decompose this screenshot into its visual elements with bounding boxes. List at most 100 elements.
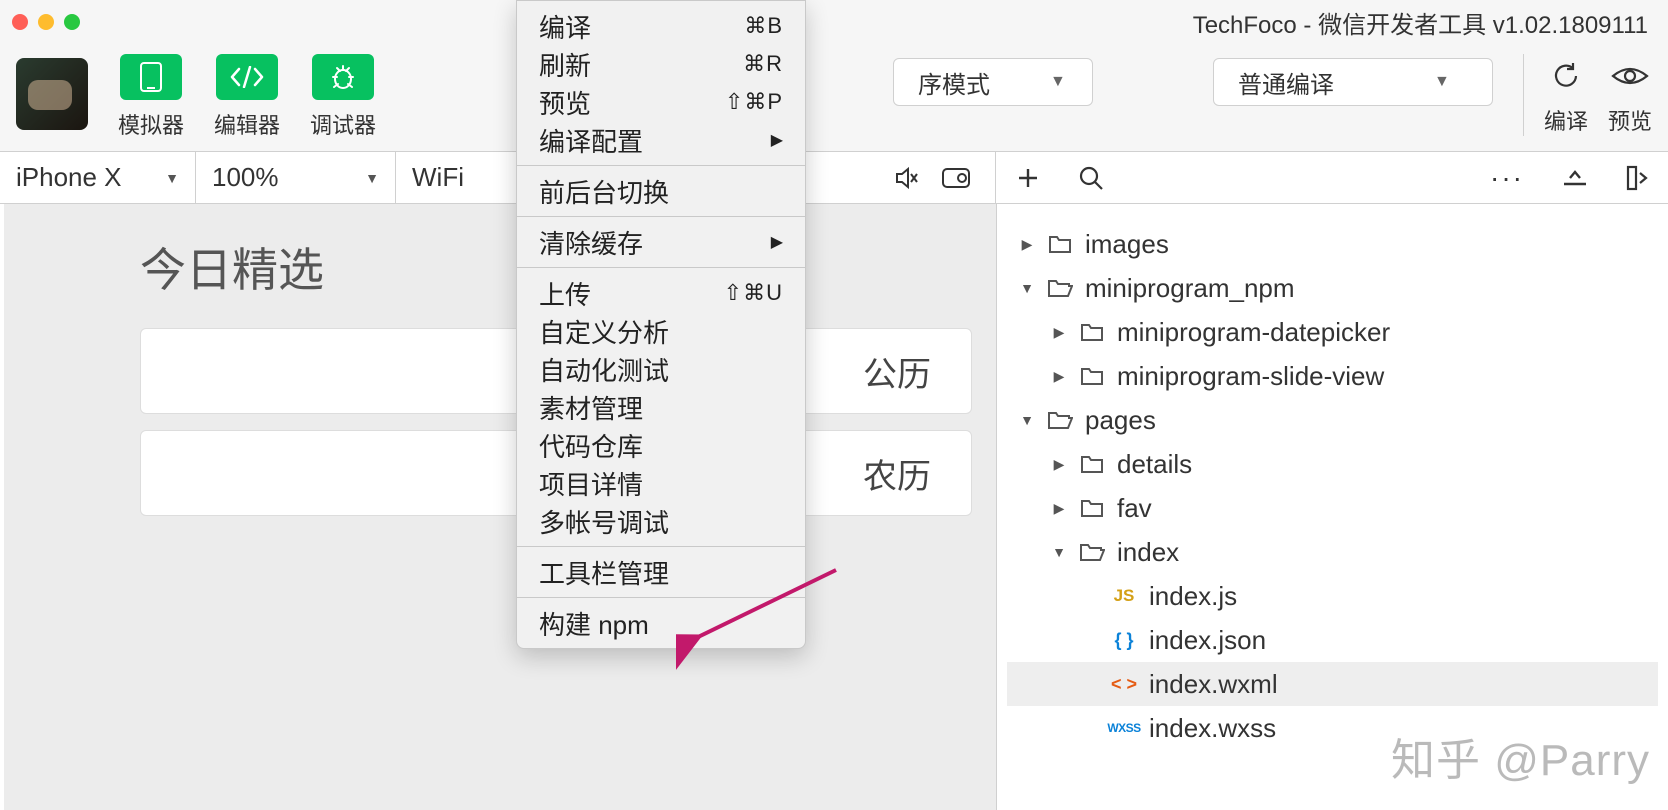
tree-twisty-icon[interactable]: ▼ — [1051, 544, 1067, 560]
tree-folder[interactable]: ▶ details — [1007, 442, 1658, 486]
menu-item[interactable]: 多帐号调试 — [517, 502, 805, 540]
home-pill-icon[interactable] — [941, 167, 971, 189]
more-icon[interactable]: ··· — [1490, 162, 1524, 194]
toggle-panel-icon[interactable] — [1626, 165, 1648, 191]
tree-label: index — [1117, 537, 1179, 568]
simulator-pane: 今日精选 公历 农历 — [0, 204, 996, 810]
new-file-icon[interactable] — [1016, 166, 1040, 190]
app-mode-select[interactable]: 序模式 ▼ — [893, 58, 1093, 106]
tree-label: index.wxss — [1149, 713, 1276, 744]
tree-twisty-icon[interactable]: ▶ — [1051, 500, 1067, 517]
explorer-toolbar: ··· — [996, 152, 1668, 203]
tree-folder[interactable]: ▼miniprogram_npm — [1007, 266, 1658, 310]
chevron-down-icon: ▼ — [365, 170, 379, 186]
watermark: 知乎 @Parry — [1391, 724, 1650, 788]
close-window-button[interactable] — [12, 14, 28, 30]
menu-item[interactable]: 自定义分析 — [517, 312, 805, 350]
tree-folder[interactable]: ▼ index — [1007, 530, 1658, 574]
list-item-label: 公历 — [863, 347, 931, 396]
menu-item[interactable]: 前后台切换 — [517, 172, 805, 210]
tree-file[interactable]: { }index.json — [1007, 618, 1658, 662]
main-toolbar: 模拟器 编辑器 调试器 序模式 ▼ 普通编译 ▼ 编译 — [0, 44, 1668, 152]
menu-item[interactable]: 清除缓存▶ — [517, 223, 805, 261]
menu-shortcut: ⇧⌘U — [724, 280, 783, 306]
menu-separator — [517, 216, 805, 217]
tree-label: details — [1117, 449, 1192, 480]
tree-label: index.json — [1149, 625, 1266, 656]
simulator-toggle[interactable]: 模拟器 — [118, 54, 184, 140]
menu-item-label: 自定义分析 — [539, 313, 669, 350]
menu-item[interactable]: 编译⌘B — [517, 7, 805, 45]
folder-open-icon — [1045, 278, 1075, 298]
tree-folder[interactable]: ▼pages — [1007, 398, 1658, 442]
bug-icon — [312, 54, 374, 100]
menu-separator — [517, 165, 805, 166]
menu-separator — [517, 546, 805, 547]
tree-twisty-icon[interactable]: ▶ — [1051, 368, 1067, 385]
tree-folder[interactable]: ▶fav — [1007, 486, 1658, 530]
menu-item-label: 预览 — [539, 84, 591, 121]
menu-item[interactable]: 素材管理 — [517, 388, 805, 426]
zoom-select[interactable]: 100% ▼ — [196, 152, 396, 203]
folder-open-icon — [1077, 542, 1107, 562]
menu-item[interactable]: 项目详情 — [517, 464, 805, 502]
window-controls — [12, 14, 80, 30]
menu-item-label: 自动化测试 — [539, 351, 669, 388]
submenu-arrow-icon: ▶ — [771, 232, 783, 252]
device-value: iPhone X — [16, 162, 122, 193]
tree-label: index.wxml — [1149, 669, 1278, 700]
network-value: WiFi — [412, 162, 464, 193]
network-select[interactable]: WiFi — [396, 152, 526, 203]
menu-item[interactable]: 编译配置 ▶ — [517, 121, 805, 159]
menu-item-label: 前后台切换 — [539, 173, 669, 210]
menu-item-label: 代码仓库 — [539, 427, 643, 464]
compile-button[interactable]: 编译 — [1544, 54, 1588, 136]
tree-folder[interactable]: ▶miniprogram-slide-view — [1007, 354, 1658, 398]
menu-item-label: 编译配置 — [539, 122, 643, 159]
menu-item[interactable]: 预览 ⇧⌘P — [517, 83, 805, 121]
debugger-toggle[interactable]: 调试器 — [310, 54, 376, 140]
simulator-label: 模拟器 — [118, 108, 184, 140]
minimize-window-button[interactable] — [38, 14, 54, 30]
tree-file[interactable]: JSindex.js — [1007, 574, 1658, 618]
sub-toolbar: iPhone X ▼ 100% ▼ WiFi ··· — [0, 152, 1668, 204]
chevron-down-icon: ▼ — [1050, 73, 1066, 91]
tree-label: index.js — [1149, 581, 1237, 612]
menu-item[interactable]: 上传 ⇧⌘U — [517, 274, 805, 312]
menu-item[interactable]: 刷新⌘R — [517, 45, 805, 83]
menu-item[interactable]: 自动化测试 — [517, 350, 805, 388]
window-title: TechFoco - 微信开发者工具 v1.02.1809111 — [80, 5, 1656, 40]
menu-shortcut: ⇧⌘P — [725, 89, 783, 115]
preview-label: 预览 — [1608, 104, 1652, 136]
phone-icon — [120, 54, 182, 100]
menu-item-label: 上传 — [539, 275, 591, 312]
tree-twisty-icon[interactable]: ▶ — [1019, 236, 1035, 253]
folder-icon — [1077, 454, 1107, 474]
tree-twisty-icon[interactable]: ▼ — [1019, 412, 1035, 428]
collapse-icon[interactable] — [1562, 168, 1588, 188]
tree-twisty-icon[interactable]: ▶ — [1051, 324, 1067, 341]
eye-icon — [1608, 54, 1652, 98]
tree-twisty-icon[interactable]: ▶ — [1051, 456, 1067, 473]
list-item-label: 农历 — [863, 449, 931, 498]
menu-item[interactable]: 工具栏管理 — [517, 553, 805, 591]
menu-item-label: 工具栏管理 — [539, 554, 669, 591]
refresh-icon — [1544, 54, 1588, 98]
tree-file[interactable]: < >index.wxml — [1007, 662, 1658, 706]
editor-toggle[interactable]: 编辑器 — [214, 54, 280, 140]
main-area: 今日精选 公历 农历 ▶images▼miniprogram_npm▶minip… — [0, 204, 1668, 810]
submenu-arrow-icon: ▶ — [771, 130, 783, 150]
preview-button[interactable]: 预览 — [1608, 54, 1652, 136]
mute-icon[interactable] — [893, 165, 919, 191]
menu-item[interactable]: 代码仓库 — [517, 426, 805, 464]
device-select[interactable]: iPhone X ▼ — [0, 152, 196, 203]
wxss-icon: WXSS — [1109, 721, 1139, 735]
tree-twisty-icon[interactable]: ▼ — [1019, 280, 1035, 296]
tree-folder[interactable]: ▶miniprogram-datepicker — [1007, 310, 1658, 354]
compile-mode-select[interactable]: 普通编译 ▼ — [1213, 58, 1493, 106]
search-icon[interactable] — [1078, 165, 1104, 191]
tree-folder[interactable]: ▶images — [1007, 222, 1658, 266]
menu-item[interactable]: 构建 npm — [517, 604, 805, 642]
user-avatar[interactable] — [16, 58, 88, 130]
maximize-window-button[interactable] — [64, 14, 80, 30]
